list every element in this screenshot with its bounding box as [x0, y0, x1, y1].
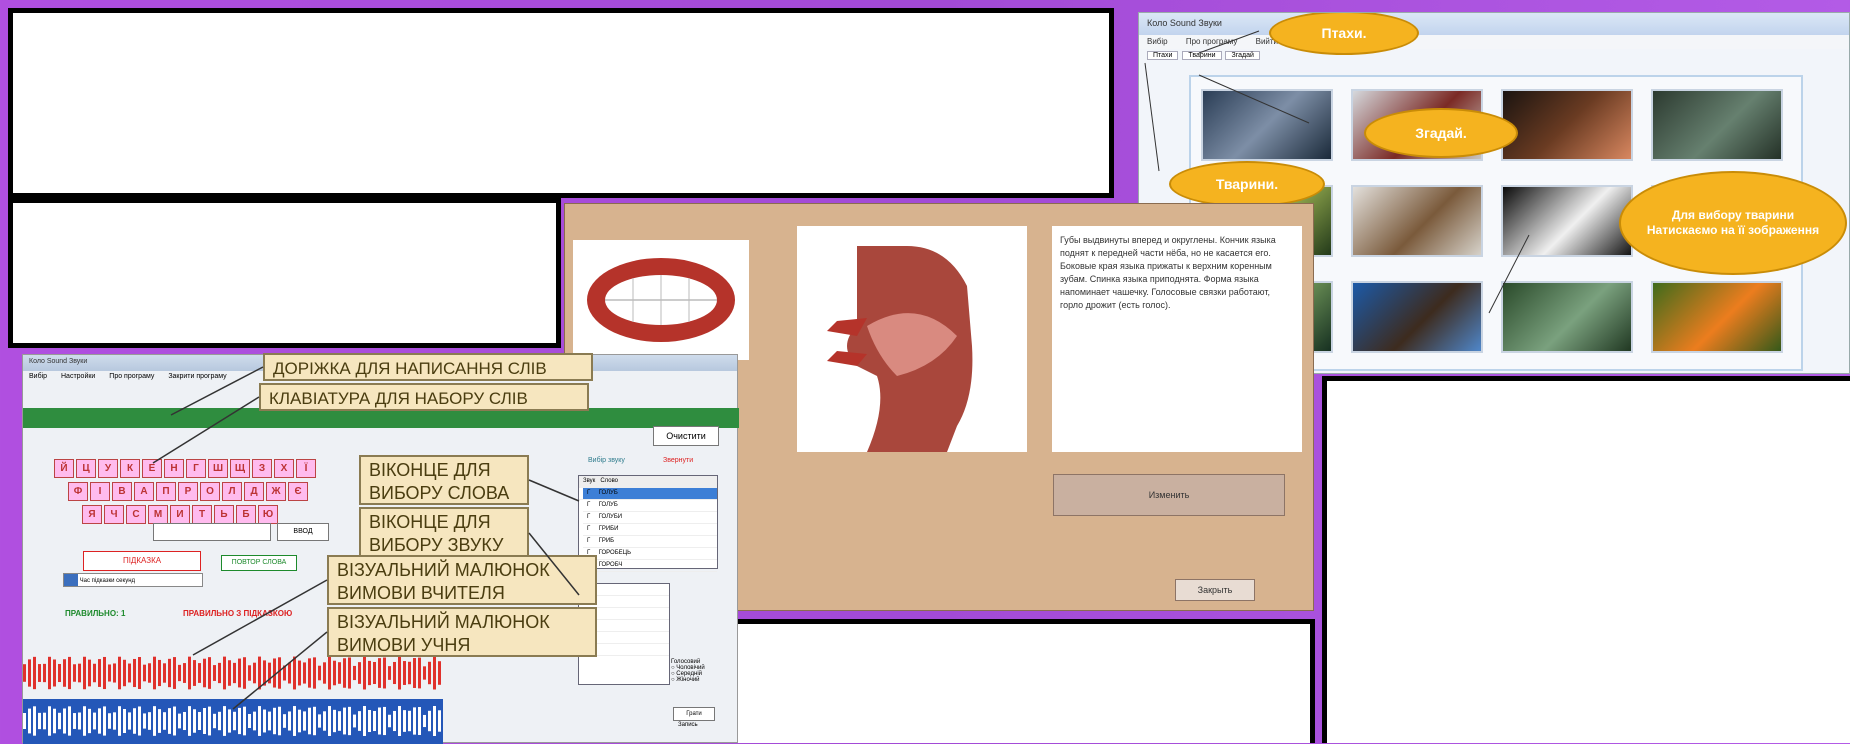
- articulation-description: Губы выдвинуты вперед и округлены. Кончи…: [1052, 226, 1302, 452]
- close-button[interactable]: Закрыть: [1175, 579, 1255, 601]
- callout-birds: Птахи.: [1269, 13, 1419, 55]
- callout-choose-animal: Для вибору тварини Натискаємо на її зобр…: [1619, 171, 1847, 275]
- callout-remember: Згадай.: [1364, 108, 1518, 158]
- change-button[interactable]: Изменить: [1053, 474, 1285, 516]
- blank-panel-top: [8, 8, 1114, 198]
- lips-panel: [573, 240, 749, 360]
- blank-panel-middle: [8, 198, 561, 348]
- typing-window: Коло Sound Звуки Вибір Настройки Про про…: [22, 353, 739, 744]
- tongue-profile-panel: [797, 226, 1027, 452]
- blank-panel-bottom: [732, 619, 1315, 743]
- mouth-icon: [587, 258, 735, 342]
- callout-animals: Тварини.: [1169, 161, 1325, 207]
- articulation-profile-icon: [827, 246, 973, 452]
- blank-panel-right: [1322, 376, 1850, 743]
- annotation-pointer-lines: [152, 366, 580, 710]
